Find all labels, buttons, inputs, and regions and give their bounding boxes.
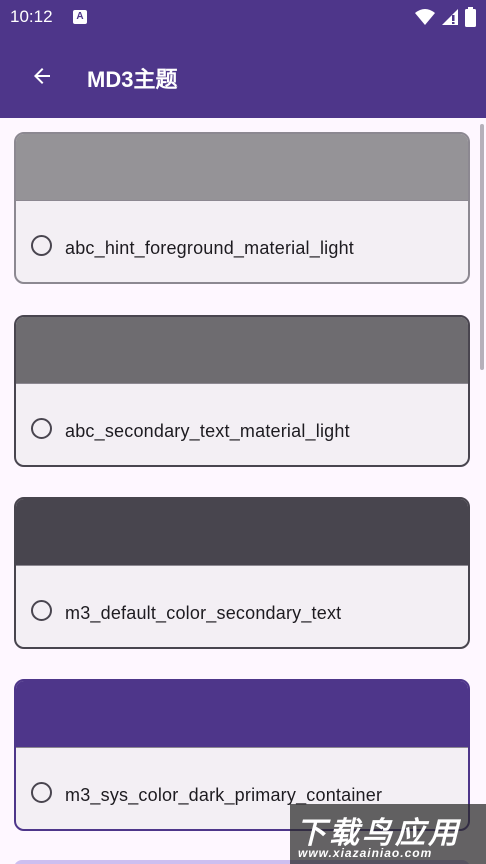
signal-icon xyxy=(442,9,458,25)
divider xyxy=(16,383,468,384)
status-icons xyxy=(415,7,476,27)
theme-label: abc_secondary_text_material_light xyxy=(65,421,350,441)
color-swatch xyxy=(16,681,468,747)
color-swatch xyxy=(16,499,468,565)
theme-card-default-secondary-text[interactable]: m3_default_color_secondary_text xyxy=(14,497,470,649)
wifi-icon xyxy=(415,9,435,25)
radio-button[interactable] xyxy=(31,235,52,256)
arrow-left-icon xyxy=(34,68,50,84)
scrollbar[interactable] xyxy=(480,124,484,370)
theme-label: abc_hint_foreground_material_light xyxy=(65,238,354,258)
back-button[interactable] xyxy=(22,56,62,96)
theme-label: m3_sys_color_dark_primary_container xyxy=(65,785,383,805)
radio-button[interactable] xyxy=(31,782,52,803)
theme-card-secondary-text[interactable]: abc_secondary_text_material_light xyxy=(14,315,470,467)
top-app-bar: MD3主题 xyxy=(0,34,486,118)
theme-list[interactable]: abc_hint_foreground_material_light abc_s… xyxy=(0,118,486,864)
theme-label: m3_default_color_secondary_text xyxy=(65,603,342,623)
watermark: 下载鸟应用 www.xiazainiao.com xyxy=(290,804,486,864)
divider xyxy=(16,200,468,201)
radio-button[interactable] xyxy=(31,418,52,439)
battery-icon xyxy=(465,7,476,27)
radio-button[interactable] xyxy=(31,600,52,621)
color-swatch xyxy=(16,317,468,383)
theme-card-hint-foreground[interactable]: abc_hint_foreground_material_light xyxy=(14,132,470,284)
page-title: MD3主题 xyxy=(87,67,178,92)
status-bar: 10:12 A xyxy=(0,0,486,34)
divider xyxy=(16,565,468,566)
watermark-url: www.xiazainiao.com xyxy=(298,846,433,860)
color-swatch xyxy=(16,134,468,200)
notification-icon: A xyxy=(73,10,87,24)
status-time: 10:12 xyxy=(10,7,53,26)
divider xyxy=(16,747,468,748)
